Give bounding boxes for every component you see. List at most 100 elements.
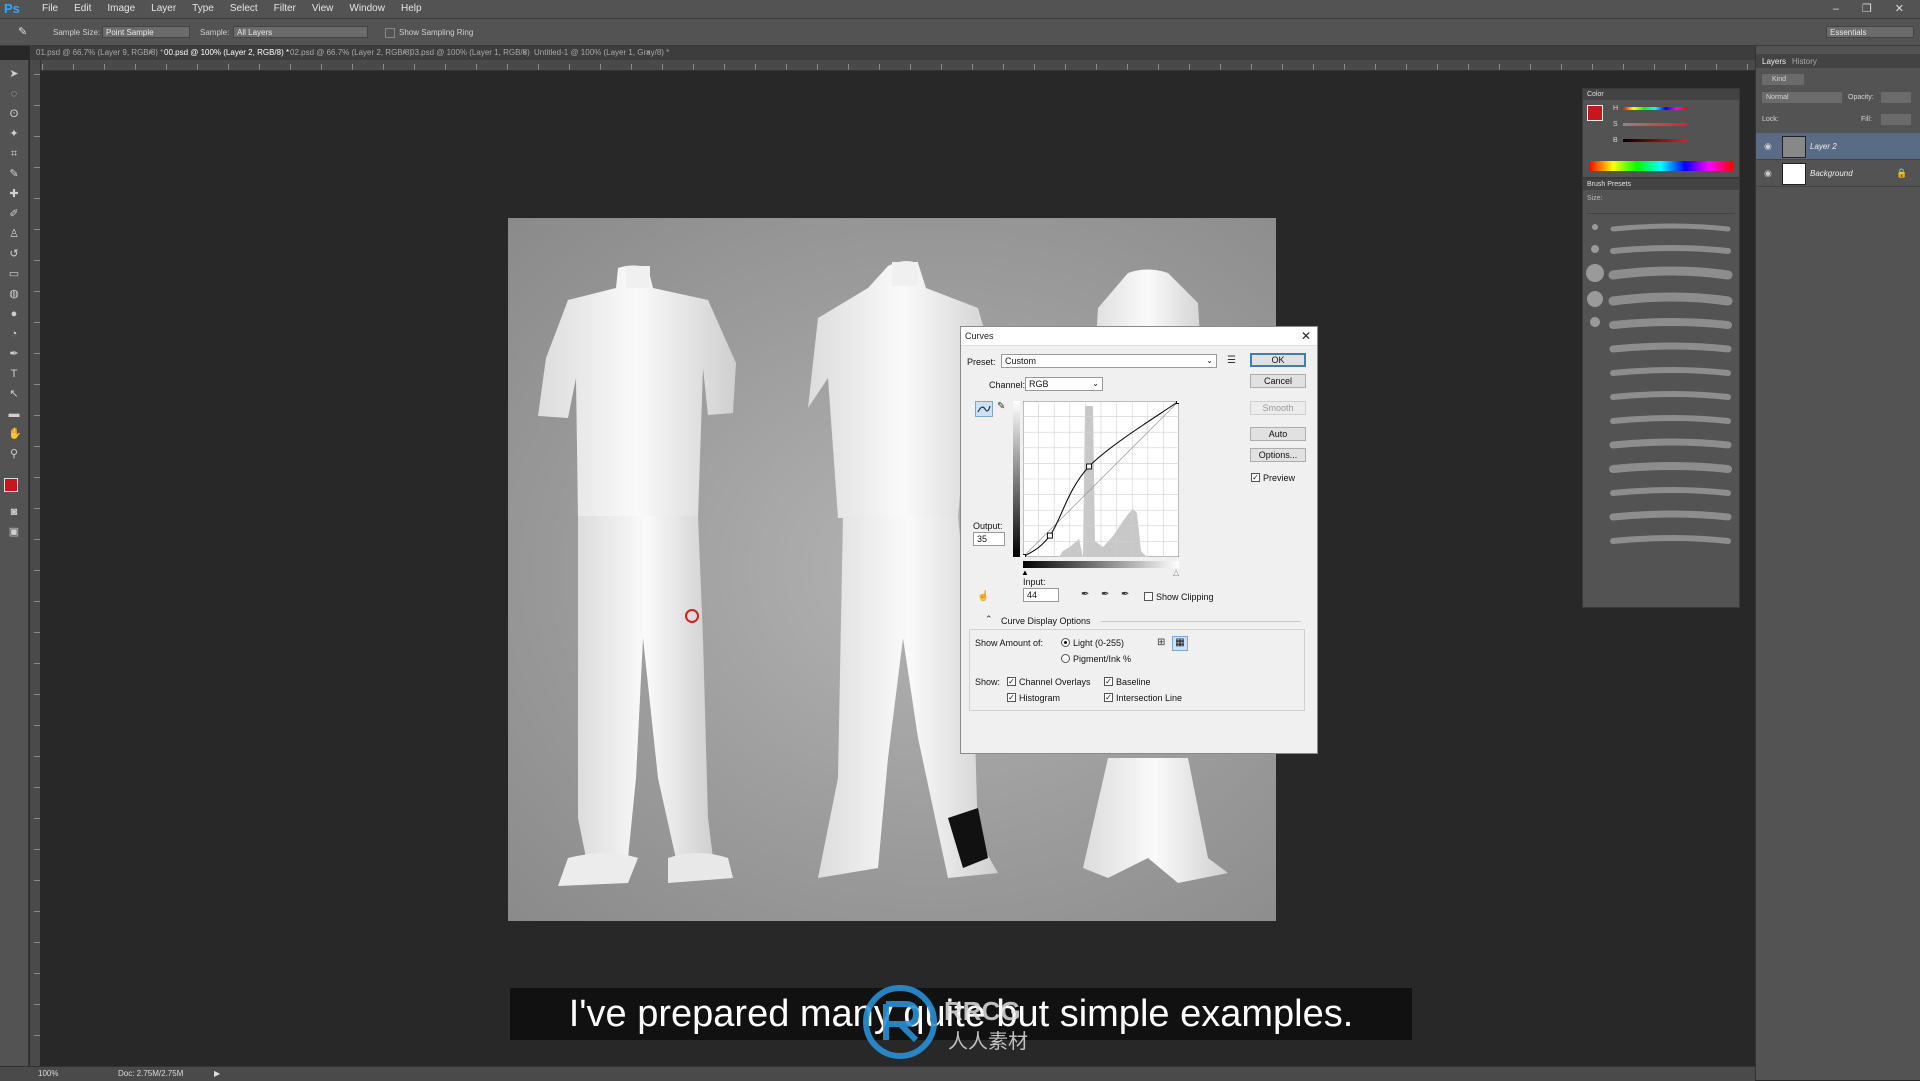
- quick-mask-icon[interactable]: ◙: [8, 506, 20, 518]
- close-tab-icon[interactable]: ×: [522, 48, 527, 57]
- lasso-tool-icon[interactable]: ʘ: [8, 108, 20, 120]
- curve-point-tool-icon[interactable]: [975, 401, 993, 417]
- input-field[interactable]: 44: [1023, 588, 1059, 602]
- tab-history[interactable]: History: [1792, 57, 1817, 66]
- brush-strokes-list[interactable]: [1583, 219, 1739, 579]
- options-bar: ✎ Sample Size: Point Sample Sample: All …: [0, 19, 1920, 46]
- white-eyedropper-icon[interactable]: ✒: [1121, 589, 1129, 600]
- show-clipping-checkbox[interactable]: [1144, 592, 1153, 601]
- layer-name[interactable]: Background: [1810, 169, 1853, 178]
- document-tab[interactable]: 00.psd @ 100% (Layer 2, RGB/8) *: [164, 48, 289, 57]
- menu-item-filter[interactable]: Filter: [266, 3, 304, 14]
- menu-item-image[interactable]: Image: [99, 3, 143, 14]
- close-tab-icon[interactable]: ×: [276, 48, 281, 57]
- pen-tool-icon[interactable]: ✒: [8, 348, 20, 360]
- black-eyedropper-icon[interactable]: ✒: [1081, 589, 1089, 600]
- ok-button[interactable]: OK: [1250, 353, 1306, 367]
- white-point-slider-icon[interactable]: △: [1173, 568, 1179, 577]
- curve-control-point[interactable]: [1176, 401, 1180, 404]
- auto-button[interactable]: Auto: [1250, 427, 1306, 441]
- cancel-button[interactable]: Cancel: [1250, 374, 1306, 388]
- menu-item-file[interactable]: File: [34, 3, 66, 14]
- dodge-tool-icon[interactable]: ◔: [8, 328, 20, 340]
- history-brush-tool-icon[interactable]: ↺: [8, 248, 20, 260]
- hue-slider[interactable]: [1623, 107, 1687, 110]
- blend-mode-select[interactable]: Normal: [1762, 92, 1842, 103]
- smooth-button[interactable]: Smooth: [1250, 401, 1306, 415]
- layer-row-background[interactable]: ◉ Background 🔒: [1756, 160, 1920, 187]
- show-ring-checkbox[interactable]: [385, 28, 395, 38]
- gradient-tool-icon[interactable]: ◍: [8, 288, 20, 300]
- gray-eyedropper-icon[interactable]: ✒: [1101, 589, 1109, 600]
- pencil-tool-icon[interactable]: ✎: [997, 401, 1005, 412]
- channel-select[interactable]: RGB ⌄: [1025, 377, 1103, 391]
- dialog-titlebar[interactable]: Curves ✕: [961, 327, 1317, 346]
- display-options-group: [969, 629, 1305, 711]
- move-tool-icon[interactable]: ➤: [8, 68, 20, 80]
- menu-item-window[interactable]: Window: [341, 3, 393, 14]
- type-tool-icon[interactable]: T: [8, 368, 20, 380]
- brightness-slider[interactable]: [1623, 139, 1687, 142]
- stamp-tool-icon[interactable]: ♙: [8, 228, 20, 240]
- close-icon[interactable]: ✕: [1301, 329, 1311, 343]
- document-tab[interactable]: 01.psd @ 66.7% (Layer 9, RGB/8) *: [36, 48, 163, 57]
- eraser-tool-icon[interactable]: ▭: [8, 268, 20, 280]
- filter-kind-select[interactable]: Kind: [1762, 74, 1804, 85]
- black-point-slider-icon[interactable]: ▲: [1021, 568, 1029, 577]
- quick-select-tool-icon[interactable]: ✦: [8, 128, 20, 140]
- workspace-select[interactable]: Essentials: [1826, 26, 1914, 38]
- menu-item-layer[interactable]: Layer: [143, 3, 184, 14]
- saturation-slider[interactable]: [1623, 123, 1687, 126]
- color-ramp[interactable]: [1589, 161, 1733, 171]
- fg-swatch[interactable]: [1587, 105, 1603, 121]
- target-adjust-icon[interactable]: ☝: [977, 591, 989, 602]
- document-tab[interactable]: 03.psd @ 100% (Layer 1, RGB/8): [410, 48, 530, 57]
- window-controls[interactable]: – ❐ ✕: [1833, 2, 1914, 15]
- menu-item-type[interactable]: Type: [184, 3, 222, 14]
- curve-graph[interactable]: [1023, 401, 1179, 557]
- close-tab-icon[interactable]: ×: [402, 48, 407, 57]
- curve-control-point[interactable]: [1086, 463, 1093, 470]
- status-menu-arrow-icon[interactable]: ▶: [214, 1069, 220, 1078]
- healing-tool-icon[interactable]: ✚: [8, 188, 20, 200]
- preset-options-icon[interactable]: ☰: [1227, 355, 1236, 366]
- color-panel-title: Color: [1583, 89, 1739, 100]
- eyedropper-tool-icon[interactable]: ✎: [8, 168, 20, 180]
- zoom-readout[interactable]: 100%: [38, 1069, 58, 1078]
- close-tab-icon[interactable]: ×: [148, 48, 153, 57]
- menu-item-help[interactable]: Help: [393, 3, 430, 14]
- preview-checkbox[interactable]: ✓: [1251, 473, 1260, 482]
- menu-item-select[interactable]: Select: [222, 3, 266, 14]
- screen-mode-icon[interactable]: ▣: [8, 526, 20, 538]
- output-field[interactable]: 35: [973, 532, 1005, 546]
- hand-tool-icon[interactable]: ✋: [8, 428, 22, 440]
- shape-tool-icon[interactable]: ▬: [8, 408, 20, 420]
- opacity-field[interactable]: [1881, 92, 1911, 103]
- chevron-up-icon[interactable]: ⌃: [985, 614, 993, 625]
- fill-field[interactable]: [1881, 114, 1911, 125]
- eyedropper-icon[interactable]: ✎: [18, 25, 27, 38]
- foreground-color-swatch[interactable]: [4, 478, 18, 492]
- layer-name[interactable]: Layer 2: [1810, 142, 1837, 151]
- document-tab[interactable]: 02.psd @ 66.7% (Layer 2, RGB/8): [290, 48, 412, 57]
- visibility-eye-icon[interactable]: ◉: [1764, 141, 1772, 152]
- preset-select[interactable]: Custom ⌄: [1001, 354, 1217, 368]
- zoom-tool-icon[interactable]: ⚲: [8, 448, 20, 460]
- blur-tool-icon[interactable]: ●: [8, 308, 20, 320]
- layer-row-layer2[interactable]: ◉ Layer 2: [1756, 133, 1920, 160]
- crop-tool-icon[interactable]: ⌗: [8, 148, 20, 160]
- brush-tool-icon[interactable]: ✐: [8, 208, 20, 220]
- tab-layers[interactable]: Layers: [1762, 57, 1786, 66]
- display-options-label[interactable]: Curve Display Options: [1001, 616, 1091, 626]
- sample-select[interactable]: All Layers: [233, 26, 368, 38]
- menu-item-edit[interactable]: Edit: [66, 3, 99, 14]
- options-button[interactable]: Options...: [1250, 448, 1306, 462]
- marquee-tool-icon[interactable]: ◌: [8, 88, 20, 100]
- visibility-eye-icon[interactable]: ◉: [1764, 168, 1772, 179]
- path-select-tool-icon[interactable]: ↖: [8, 388, 20, 400]
- close-tab-icon[interactable]: ×: [646, 48, 651, 57]
- curve-control-point[interactable]: [1046, 532, 1053, 539]
- menu-item-view[interactable]: View: [304, 3, 342, 14]
- sample-size-select[interactable]: Point Sample: [102, 26, 190, 38]
- curve-control-point[interactable]: [1023, 554, 1026, 558]
